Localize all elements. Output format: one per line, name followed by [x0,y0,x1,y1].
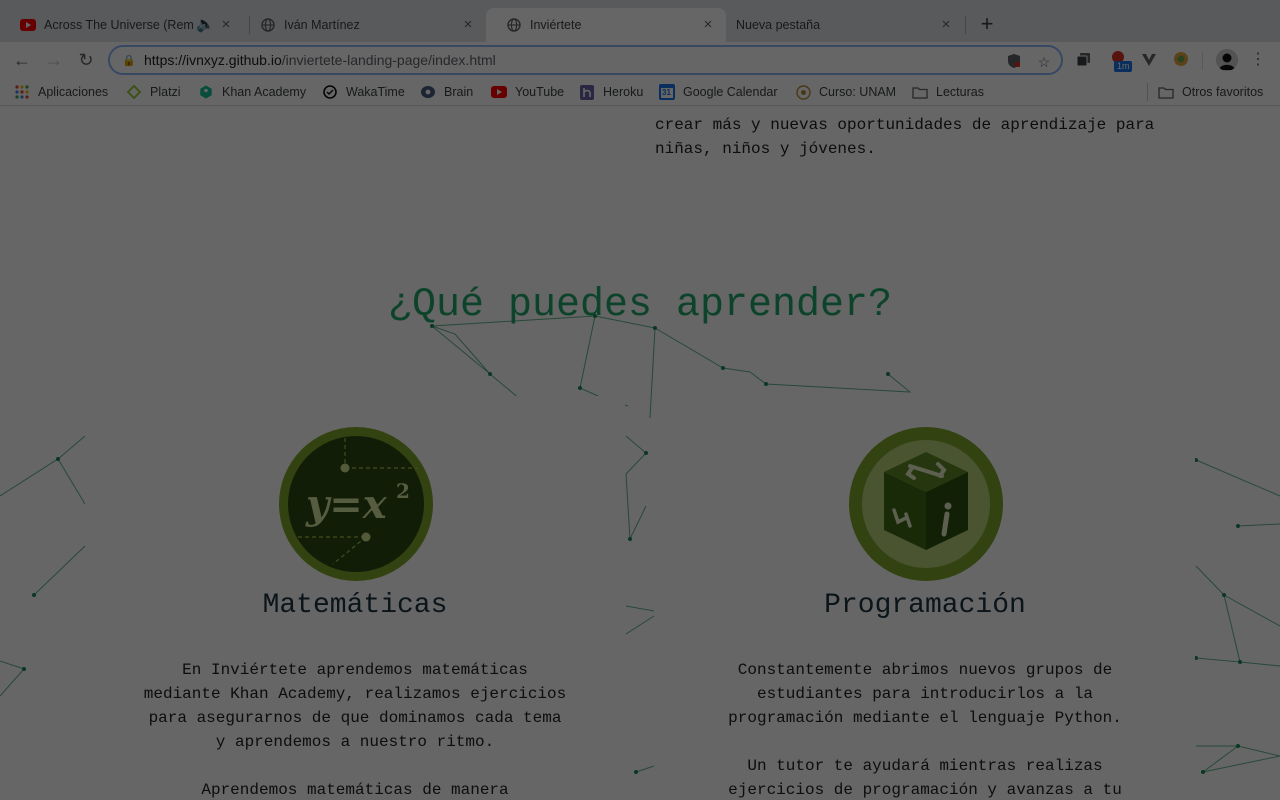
youtube-icon [491,84,507,100]
back-arrow-icon[interactable]: ← [10,48,34,72]
bookmark-label: Platzi [150,85,181,99]
platzi-icon [126,84,142,100]
close-tab-icon[interactable]: × [938,17,954,33]
tab-across-the-universe[interactable]: Across The Universe (Rem 🔈 × [0,8,244,42]
browser-toolbar: ← → ↻ 🔒 https://ivnxyz.github.io/inviert… [0,42,1280,78]
color-picker-extension-icon[interactable] [1173,51,1191,69]
bookmark-label: YouTube [515,85,565,99]
bookmark-khan-academy[interactable]: Khan Academy [198,83,306,101]
heroku-icon [579,84,595,100]
tab-nueva-pestana[interactable]: Nueva pestaña × [716,8,964,42]
bookmark-star-icon[interactable]: ☆ [1035,53,1053,71]
khan-academy-icon [198,84,214,100]
bookmark-platzi[interactable]: Platzi [126,83,181,101]
svg-text:y=x: y=x [305,481,388,528]
bookmark-label: Khan Academy [222,85,307,99]
bookmark-wakatime[interactable]: WakaTime [322,83,405,101]
section-title: ¿Qué puedes aprender? [387,283,893,328]
card-description: En Inviértete aprendemos matemáticas med… [143,661,567,799]
bookmark-label: WakaTime [346,85,405,99]
address-bar[interactable]: 🔒 https://ivnxyz.github.io/inviertete-la… [108,45,1063,75]
profile-avatar[interactable] [1216,49,1238,71]
tab-title: Nueva pestaña [736,18,821,32]
tab-title: Inviértete [530,18,582,32]
youtube-icon [20,17,36,33]
lock-icon: 🔒 [122,54,136,67]
bookmark-label: Aplicaciones [38,85,109,99]
toolbar-divider [1202,52,1203,70]
tab-ivan-martinez[interactable]: Iván Martínez × [240,8,486,42]
tab-title: Across The Universe (Rem [44,18,194,32]
code-cube-icon [848,426,1004,582]
math-equation-icon: y=x 2 [278,426,434,582]
bookmark-youtube[interactable]: YouTube [491,83,564,101]
bookmark-label: Curso: UNAM [819,85,897,99]
bookmark-google-calendar[interactable]: 31 Google Calendar [659,83,778,101]
speaker-icon[interactable]: 🔈 [196,17,215,33]
close-tab-icon[interactable]: × [700,17,716,33]
folder-icon [912,84,928,100]
bookmark-label: Heroku [603,85,644,99]
card-description: Constantemente abrimos nuevos grupos de … [728,661,1122,799]
globe-icon [260,17,276,33]
vimium-v-icon[interactable] [1141,51,1159,69]
calendar-day-text: 31 [662,88,671,97]
other-bookmarks-folder[interactable]: Otros favoritos [1158,83,1263,101]
forward-arrow-icon[interactable]: → [42,48,66,72]
extension-badge-text: 1m [1117,61,1130,71]
globe-icon [506,17,522,33]
intro-paragraph-tail: crear más y nuevas oportunidades de apre… [655,116,1155,158]
tab-strip: Across The Universe (Rem 🔈 × Iván Martín… [0,0,1280,42]
extension-badge-icon[interactable]: 1m [1110,49,1132,73]
wakatime-icon [322,84,338,100]
calendar-icon: 31 [659,84,675,100]
url-text: https://ivnxyz.github.io/inviertete-land… [144,52,496,68]
card-programacion: Programación Constantemente abrimos nuev… [655,396,1195,800]
tab-title: Iván Martínez [284,18,360,32]
tab-separator [965,16,966,34]
bookmark-heroku[interactable]: Heroku [579,83,643,101]
card-title: Programación [824,590,1026,621]
bookmark-label: Otros favoritos [1182,85,1264,99]
bookmark-brain[interactable]: Brain [420,83,473,101]
web-page: crear más y nuevas oportunidades de apre… [0,106,1280,800]
bookmark-aplicaciones[interactable]: Aplicaciones [14,83,108,101]
menu-kebab-icon[interactable]: ⋮ [1246,48,1270,72]
bookmark-curso-unam[interactable]: Curso: UNAM [795,83,896,101]
tracking-shield-icon[interactable] [1005,53,1023,71]
close-tab-icon[interactable]: × [218,17,234,33]
card-title: Matemáticas [262,590,448,621]
card-matematicas: y=x 2 Matemáticas En Inviértete aprendem… [85,396,625,800]
close-tab-icon[interactable]: × [460,17,476,33]
apps-grid-icon [14,84,30,100]
bookmark-label: Lecturas [936,85,984,99]
reload-icon[interactable]: ↻ [74,48,98,72]
tab-manager-icon[interactable] [1076,51,1094,69]
brain-icon [420,84,436,100]
bookmark-label: Google Calendar [683,85,778,99]
folder-icon [1158,84,1174,100]
tab-inviertete[interactable]: Inviértete × [486,8,726,42]
bookmark-lecturas[interactable]: Lecturas [912,83,984,101]
bookmarks-bar: Aplicaciones Platzi Khan Academy WakaTim… [0,78,1280,106]
bookmarks-divider [1147,83,1148,101]
bookmark-label: Brain [444,85,474,99]
svg-text:2: 2 [396,479,410,503]
new-tab-plus-icon[interactable]: + [976,13,998,35]
unam-icon [795,84,811,100]
